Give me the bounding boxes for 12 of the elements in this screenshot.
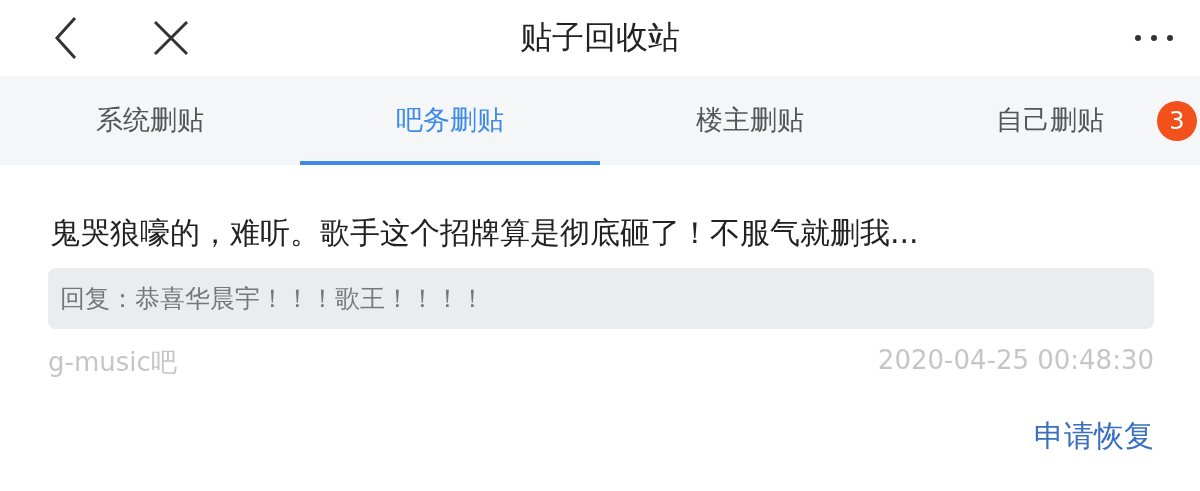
more-icon[interactable] [1134,34,1174,42]
close-icon[interactable] [153,20,189,56]
page-title: 贴子回收站 [519,17,681,58]
forum-name: g-music吧 [48,346,177,379]
tab[interactable]: 楼主删贴 [600,76,900,165]
reply-quote: 回复：恭喜华晨宇！！！歌王！！！！ [48,268,1154,329]
count-badge: 3 [1157,101,1197,141]
post-title: 鬼哭狼嚎的，难听。歌手这个招牌算是彻底砸了！不服气就删我... [50,214,920,252]
tab[interactable]: 系统删贴 [0,76,300,165]
restore-link[interactable]: 申请恢复 [1034,416,1154,457]
post-time: 2020-04-25 00:48:30 [877,345,1154,377]
back-icon[interactable] [53,16,79,60]
